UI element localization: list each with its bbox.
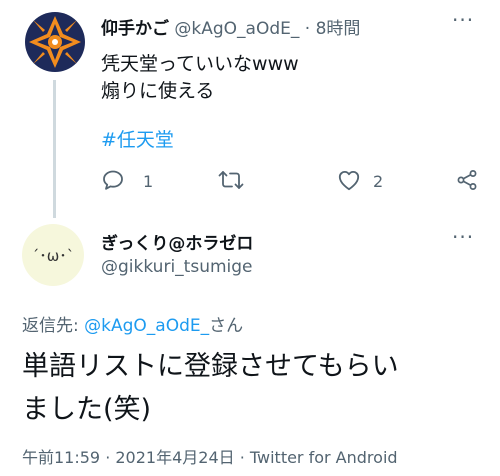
user-avatar[interactable] [25,12,85,72]
tweet-text-line: 凭天堂っていいなwww [101,53,299,75]
like-icon[interactable] [336,167,362,193]
tweet-body-line: ました(笑) [22,394,152,425]
reply-handle-link[interactable]: @kAgO_aOdE_ [84,316,209,336]
display-name[interactable]: 仰手かご [101,19,169,39]
more-options-icon[interactable]: ··· [452,225,474,249]
tweet-time[interactable]: 8時間 [316,19,361,39]
tweet-timestamp[interactable]: 午前11:59 · 2021年4月24日 · Twitter for Andro… [22,444,398,468]
tweet-body-line: 単語リストに登録させてもらい [22,351,399,382]
reply-context: 返信先: @kAgO_aOdE_さん [22,311,243,336]
tweet-text-line: 煽りに使える [101,80,215,102]
reply-label: 返信先: [22,316,79,336]
user-handle[interactable]: @gikkuri_tsumige [101,257,253,277]
user-handle[interactable]: @kAgO_aOdE_ [174,19,299,39]
separator-dot: · [304,19,311,39]
like-count: 2 [373,172,384,191]
user-avatar[interactable]: ´･ω･` [22,224,84,286]
retweet-icon[interactable] [217,168,245,192]
reply-icon[interactable] [101,168,125,192]
display-name[interactable]: ぎっくり@ホラゼロ [101,229,253,254]
reply-suffix: さん [209,316,244,336]
thread-connector-line [53,80,56,218]
more-options-icon[interactable]: ··· [452,8,474,32]
share-icon[interactable] [455,168,479,192]
avatar-emblem-icon [25,12,85,72]
hashtag-link[interactable]: #任天堂 [101,125,174,152]
avatar-face-text: ´･ω･` [31,246,75,265]
tweet-header: 仰手かご @kAgO_aOdE_ · 8時間 [101,14,360,39]
reply-count: 1 [143,172,154,191]
